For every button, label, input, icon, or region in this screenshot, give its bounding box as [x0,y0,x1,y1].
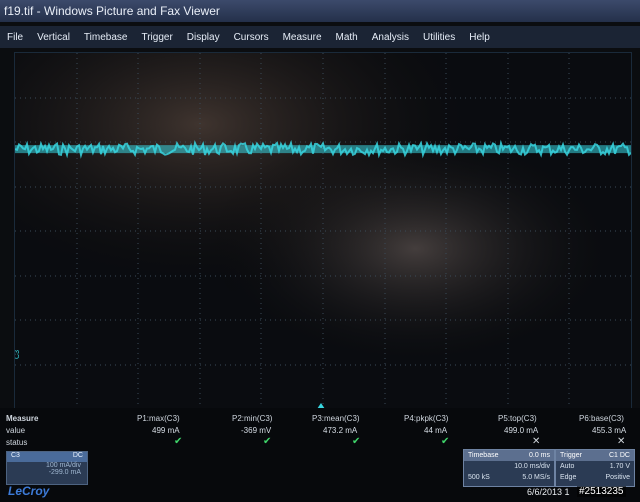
measure-heading: Measure [6,414,39,423]
menu-help[interactable]: Help [462,32,497,43]
menu-measure[interactable]: Measure [276,32,329,43]
waveform-trace-band [15,145,631,154]
menu-trigger[interactable]: Trigger [134,32,179,43]
trigger-mode: Auto [560,463,575,470]
status-warning-icon: ✕ [532,436,541,447]
row-label-value: value [6,426,26,435]
channel-coupling: DC [72,452,83,459]
timebase-offset: 0.0 ms [528,452,550,459]
trigger-label: Trigger [560,452,582,459]
param-value: 455.3 mA [592,426,627,435]
menu-file[interactable]: File [0,32,30,43]
trigger-slope: Positive [605,474,630,481]
channel-scale: 100 mA/div [45,462,81,469]
menu-vertical[interactable]: Vertical [30,32,77,43]
status-ok-icon: ✔ [263,436,272,447]
param-name[interactable]: P4:pkpk(C3) [404,414,448,423]
brand-logo: LeCroy [8,484,50,498]
trigger-descriptor[interactable]: Trigger C1 DC Auto 1.70 V Edge Positive [555,449,635,487]
row-label-status: status [6,438,28,447]
trigger-level: 1.70 V [609,463,630,470]
param-name[interactable]: P3:mean(C3) [312,414,360,423]
timebase-div: 10.0 ms/div [514,463,550,470]
scope-menubar: File Vertical Timebase Trigger Display C… [0,26,640,48]
timebase-label: Timebase [468,452,499,459]
display-grid [15,53,631,409]
channel-offset: -299.0 mA [48,469,81,476]
param-value: -369 mV [241,426,272,435]
waveform-trace [15,139,631,159]
channel-label: C3 [11,452,20,459]
param-name[interactable]: P6:base(C3) [579,414,624,423]
watermark: #2513235 [577,486,626,497]
menu-utilities[interactable]: Utilities [416,32,462,43]
window-title: f19.tif - Windows Picture and Fax Viewer [4,4,220,18]
channel-descriptor[interactable]: C3 DC 100 mA/div -299.0 mA [6,451,88,485]
param-name[interactable]: P5:top(C3) [498,414,537,423]
param-name[interactable]: P2:min(C3) [232,414,272,423]
timebase-rate: 5.0 MS/s [522,474,550,481]
trigger-source: C1 DC [608,452,630,459]
menu-math[interactable]: Math [329,32,365,43]
menu-display[interactable]: Display [180,32,227,43]
trigger-type: Edge [560,474,577,481]
status-ok-icon: ✔ [441,436,450,447]
menu-analysis[interactable]: Analysis [365,32,416,43]
timebase-descriptor[interactable]: Timebase 0.0 ms 10.0 ms/div 500 kS 5.0 MS/… [463,449,555,487]
menu-cursors[interactable]: Cursors [227,32,276,43]
timebase-samples: 500 kS [468,474,490,481]
param-name[interactable]: P1:max(C3) [137,414,180,423]
status-ok-icon: ✔ [352,436,361,447]
menu-timebase[interactable]: Timebase [77,32,135,43]
waveform-display[interactable]: C3 [14,52,632,410]
param-value: 473.2 mA [323,426,358,435]
window-titlebar: f19.tif - Windows Picture and Fax Viewer [0,0,640,22]
channel-marker: C3 [14,350,21,359]
status-ok-icon: ✔ [174,436,183,447]
date-readout: 6/6/2013 1 [527,487,570,497]
param-value: 499.0 mA [504,426,539,435]
status-warning-icon: ✕ [617,436,626,447]
param-value: 499 mA [152,426,180,435]
param-value: 44 mA [424,426,448,435]
